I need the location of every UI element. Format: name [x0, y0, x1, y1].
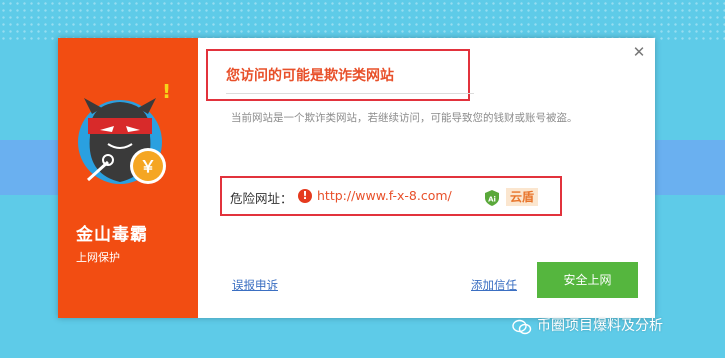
watermark-text: 币圈项目爆料及分析: [537, 318, 663, 334]
brand-subtitle: 上网保护: [76, 251, 120, 264]
ai-badge-text: Ai: [488, 196, 496, 204]
sidebar-panel: ￥ ! 金山毒霸 上网保护: [58, 38, 198, 318]
add-trust-link[interactable]: 添加信任: [471, 277, 517, 293]
shield-icon: Ai: [485, 190, 499, 206]
report-false-positive-link[interactable]: 误报申诉: [232, 277, 278, 293]
warning-description: 当前网站是一个欺诈类网站，若继续访问，可能导致您的钱财或账号被盗。: [231, 112, 578, 124]
mascot-coin-symbol: ￥: [140, 157, 156, 176]
close-icon[interactable]: ✕: [631, 44, 647, 60]
danger-url: http://www.f-x-8.com/: [317, 188, 452, 203]
safe-browse-button[interactable]: 安全上网: [537, 262, 638, 298]
cloud-shield-badge: 云盾: [506, 188, 538, 206]
mascot-exclaim: !: [162, 84, 171, 103]
security-warning-dialog: ￥ ! 金山毒霸 上网保护 ✕ 您访问的可能是欺诈类网站 当前网站是一个欺诈类网…: [58, 38, 655, 318]
brand-name: 金山毒霸: [76, 225, 148, 245]
warning-icon: !: [298, 189, 312, 203]
dialog-title: 您访问的可能是欺诈类网站: [226, 68, 394, 84]
mascot-illustration: ￥ !: [78, 84, 171, 184]
background-dot-pattern: [0, 0, 725, 40]
title-divider: [226, 93, 474, 94]
danger-url-label: 危险网址：: [230, 191, 293, 206]
